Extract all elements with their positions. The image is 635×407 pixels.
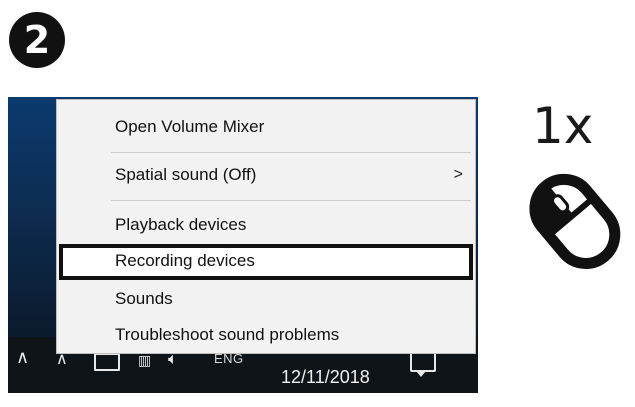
menu-item-recording-devices[interactable]: Recording devices [59,244,473,280]
menu-separator [111,200,471,201]
menu-item-playback-devices[interactable]: Playback devices [57,208,475,242]
mouse-left-click-icon [529,173,621,269]
caret-icon[interactable]: ∧ [16,347,29,368]
menu-item-label: Open Volume Mixer [115,117,265,136]
menu-item-label: Sounds [115,289,173,308]
monitor-icon[interactable] [94,353,120,371]
menu-item-label: Spatial sound (Off) [115,165,257,184]
network-icon[interactable]: ▥ [138,353,151,369]
menu-item-spatial-sound[interactable]: Spatial sound (Off) > [57,158,475,192]
menu-item-troubleshoot[interactable]: Troubleshoot sound problems [57,318,475,352]
instruction-step: 2 ∧ ∧ ▥ 🔈︎ ENG 12/11/2018 Open Volume Mi… [0,0,635,407]
menu-item-label: Recording devices [115,251,255,270]
click-count-label: 1x [532,97,594,155]
menu-item-label: Troubleshoot sound problems [115,325,340,344]
menu-item-label: Playback devices [115,215,247,234]
windows-screenshot: ∧ ∧ ▥ 🔈︎ ENG 12/11/2018 Open Volume Mixe… [8,97,478,393]
menu-item-sounds[interactable]: Sounds [57,282,475,316]
action-center-icon[interactable] [410,351,436,377]
menu-separator [111,152,471,153]
menu-item-open-volume-mixer[interactable]: Open Volume Mixer [57,110,475,144]
step-number-badge: 2 [9,12,65,68]
taskbar-date[interactable]: 12/11/2018 [281,367,370,388]
sound-context-menu: Open Volume Mixer Spatial sound (Off) > … [56,99,476,354]
chevron-right-icon: > [453,166,463,183]
